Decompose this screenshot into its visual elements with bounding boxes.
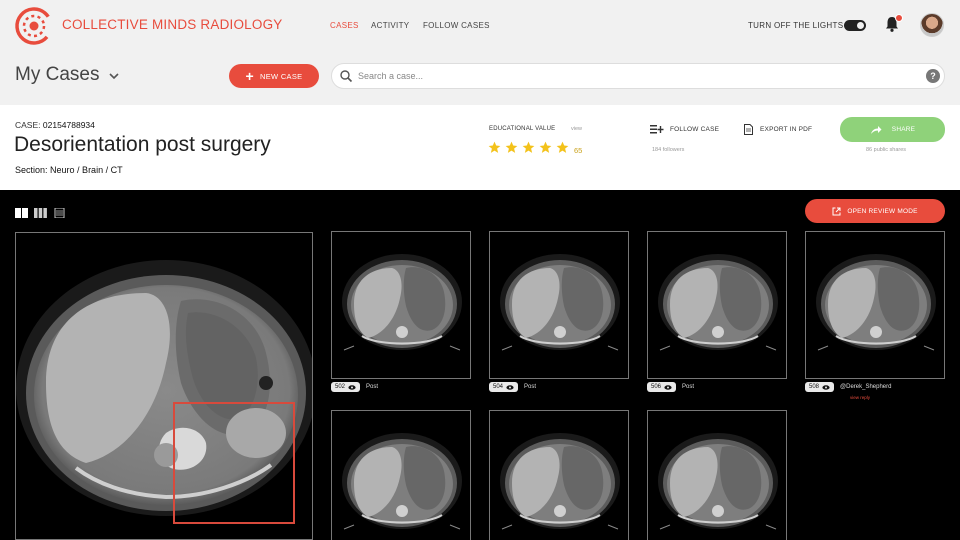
- stack-layout-icon[interactable]: [53, 208, 66, 218]
- ct-thumbnail-image[interactable]: [490, 232, 629, 379]
- single-layout-icon[interactable]: [15, 208, 28, 218]
- ct-thumbnail-image[interactable]: [806, 232, 945, 379]
- eye-icon: [348, 384, 356, 390]
- follow-case-label: FOLLOW CASE: [670, 126, 720, 133]
- image-number-badge[interactable]: 504: [489, 382, 519, 392]
- page-title[interactable]: My Cases: [15, 64, 99, 86]
- image-number: 502: [335, 384, 346, 390]
- followers-count: 184 followers: [652, 147, 685, 153]
- share-button[interactable]: SHARE: [840, 117, 945, 142]
- star-icon[interactable]: [539, 141, 552, 154]
- share-arrow-icon: [870, 125, 882, 134]
- case-title: Desorientation post surgery: [14, 133, 271, 156]
- chevron-down-icon[interactable]: [108, 70, 120, 82]
- ct-thumbnail-image[interactable]: [648, 411, 787, 540]
- external-link-icon: [832, 207, 841, 215]
- open-review-mode-button[interactable]: OPEN REVIEW MODE: [805, 199, 945, 223]
- brand-name[interactable]: COLLECTIVE MINDS RADIOLOGY: [62, 17, 283, 32]
- star-icon[interactable]: [505, 141, 518, 154]
- new-case-button[interactable]: + NEW CASE: [229, 64, 319, 88]
- search-icon: [340, 70, 353, 83]
- ct-thumbnail-image[interactable]: [332, 232, 471, 379]
- export-pdf-button[interactable]: EXPORT IN PDF: [744, 124, 812, 135]
- eye-icon: [664, 384, 672, 390]
- ct-thumbnail-image[interactable]: [648, 232, 787, 379]
- thumbnail-comment: Post: [524, 384, 537, 390]
- public-shares-count: 86 public shares: [866, 147, 907, 153]
- search-input[interactable]: [358, 66, 918, 86]
- image-number: 506: [651, 384, 662, 390]
- collective-minds-logo-icon[interactable]: [14, 6, 54, 46]
- top-bar: [0, 0, 960, 105]
- image-number-badge[interactable]: 506: [647, 382, 677, 392]
- star-icon[interactable]: [488, 141, 501, 154]
- nav-activity[interactable]: ACTIVITY: [371, 21, 409, 30]
- user-avatar[interactable]: [920, 13, 944, 37]
- educational-value-label: EDUCATIONAL VALUE: [489, 126, 556, 132]
- follow-case-button[interactable]: FOLLOW CASE: [650, 124, 719, 135]
- export-pdf-label: EXPORT IN PDF: [760, 126, 813, 133]
- ct-thumbnail[interactable]: [331, 410, 471, 540]
- nav-follow-cases[interactable]: FOLLOW CASES: [423, 21, 490, 30]
- case-section-value: Neuro / Brain / CT: [50, 165, 123, 175]
- case-id-value: 02154788934: [42, 120, 95, 130]
- eye-icon: [822, 384, 830, 390]
- nav-cases[interactable]: CASES: [330, 21, 359, 30]
- ct-thumbnail-image[interactable]: [332, 411, 471, 540]
- plus-icon: +: [245, 68, 255, 84]
- follow-list-icon: [650, 125, 664, 134]
- image-number: 508: [809, 384, 820, 390]
- thumbnail-meta: 504 Post: [489, 382, 536, 392]
- case-section: Section: Neuro / Brain / CT: [15, 165, 123, 175]
- rating-score: 65: [574, 146, 583, 155]
- help-icon[interactable]: ?: [926, 69, 940, 83]
- ct-thumbnail[interactable]: [489, 410, 629, 540]
- layout-switcher: [15, 208, 66, 218]
- lights-toggle[interactable]: [844, 20, 866, 31]
- image-number-badge[interactable]: 508: [805, 382, 835, 392]
- case-id: CASE: 02154788934: [15, 120, 95, 130]
- thumbnail-comment: @Derek_Shepherd: [840, 384, 892, 390]
- thumbnail-comment: Post: [682, 384, 695, 390]
- new-case-label: NEW CASE: [260, 71, 303, 81]
- star-icon[interactable]: [556, 141, 569, 154]
- case-id-label: CASE:: [15, 120, 41, 130]
- thumbnail-meta: 508 @Derek_Shepherd: [805, 382, 891, 392]
- grid-layout-icon[interactable]: [34, 208, 47, 218]
- image-number-badge[interactable]: 502: [331, 382, 361, 392]
- image-number: 504: [493, 384, 504, 390]
- ct-thumbnail[interactable]: [647, 410, 787, 540]
- eye-icon: [506, 384, 514, 390]
- educational-value-view-link[interactable]: view: [571, 126, 582, 132]
- lights-toggle-label: TURN OFF THE LIGHTS: [748, 21, 844, 30]
- ct-thumbnail[interactable]: [647, 231, 787, 379]
- thumbnail-meta: 502 Post: [331, 382, 378, 392]
- main-ct-viewer[interactable]: [15, 232, 313, 540]
- ct-thumbnail[interactable]: [805, 231, 945, 379]
- view-reply-link[interactable]: view reply: [850, 395, 870, 400]
- star-icon[interactable]: [522, 141, 535, 154]
- pdf-document-icon: [744, 124, 753, 135]
- case-section-label: Section:: [15, 165, 48, 175]
- thumbnail-meta: 506 Post: [647, 382, 694, 392]
- ct-scan-image[interactable]: [16, 233, 313, 540]
- rating-stars[interactable]: [488, 141, 569, 154]
- notification-badge: [895, 14, 903, 22]
- thumbnail-comment: Post: [366, 384, 379, 390]
- open-review-mode-label: OPEN REVIEW MODE: [847, 207, 918, 215]
- share-label: SHARE: [891, 126, 916, 133]
- ct-thumbnail[interactable]: [331, 231, 471, 379]
- ct-thumbnail[interactable]: [489, 231, 629, 379]
- ct-thumbnail-image[interactable]: [490, 411, 629, 540]
